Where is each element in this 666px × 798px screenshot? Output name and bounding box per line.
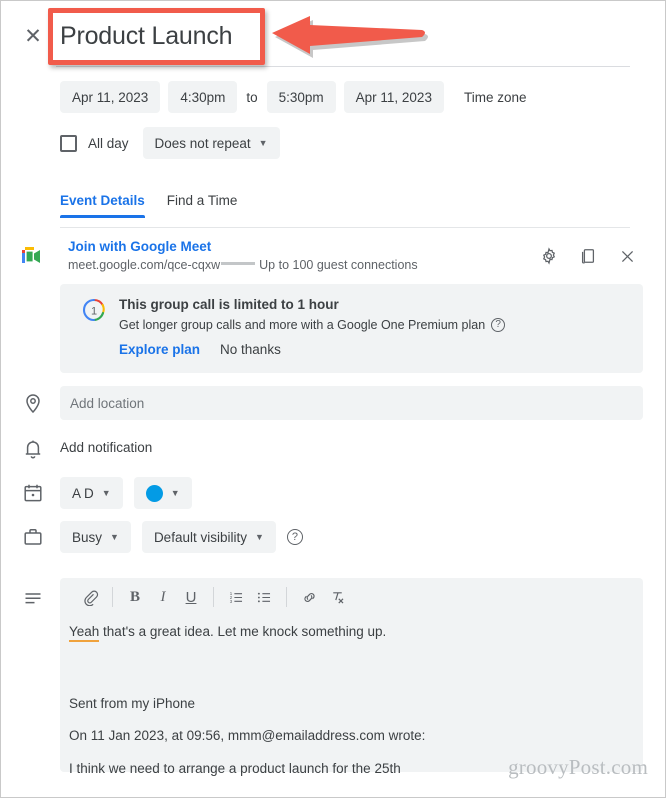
calendar-icon bbox=[24, 484, 42, 502]
chevron-down-icon: ▼ bbox=[170, 487, 180, 498]
join-google-meet-link[interactable]: Join with Google Meet bbox=[68, 239, 211, 254]
description-editor: B I U 1 2 3 Yeah that's a great idea. Le… bbox=[60, 578, 643, 776]
busy-dropdown[interactable]: Busy ▼ bbox=[60, 521, 131, 553]
banner-actions: Explore plan No thanks bbox=[119, 342, 281, 357]
repeat-value: Does not repeat bbox=[154, 135, 251, 151]
svg-text:3: 3 bbox=[229, 598, 232, 603]
bell-icon bbox=[25, 440, 41, 459]
google-one-upsell-banner: 1 This group call is limited to 1 hour G… bbox=[60, 284, 643, 373]
datetime-row: Apr 11, 2023 4:30pm to 5:30pm Apr 11, 20… bbox=[60, 81, 526, 113]
chevron-down-icon: ▼ bbox=[101, 487, 111, 498]
toolbar-divider bbox=[213, 587, 214, 607]
all-day-row: All day Does not repeat ▼ bbox=[60, 127, 280, 159]
clear-formatting-icon[interactable] bbox=[323, 583, 351, 611]
meet-url: meet.google.com/qce-cqxw bbox=[68, 258, 221, 272]
chevron-down-icon: ▼ bbox=[254, 531, 264, 542]
help-icon[interactable]: ? bbox=[491, 318, 506, 332]
event-color-dropdown[interactable]: ▼ bbox=[133, 477, 192, 509]
google-meet-icon bbox=[22, 247, 40, 263]
tab-find-a-time[interactable]: Find a Time bbox=[167, 193, 238, 218]
meet-capacity: Up to 100 guest connections bbox=[259, 258, 418, 272]
availability-row: Busy ▼ Default visibility ▼ ? bbox=[60, 521, 303, 553]
event-title-input[interactable] bbox=[56, 12, 255, 60]
google-one-icon: 1 bbox=[82, 298, 105, 322]
annotation-arrow-icon bbox=[272, 16, 428, 58]
banner-subtitle-row: Get longer group calls and more with a G… bbox=[119, 318, 506, 332]
misspelled-word: Yeah bbox=[69, 624, 100, 642]
tab-event-details[interactable]: Event Details bbox=[60, 193, 145, 218]
banner-title: This group call is limited to 1 hour bbox=[119, 297, 339, 312]
numbered-list-icon[interactable]: 1 2 3 bbox=[222, 583, 250, 611]
calendar-owner-dropdown[interactable]: A D ▼ bbox=[60, 477, 123, 509]
start-date-chip[interactable]: Apr 11, 2023 bbox=[60, 81, 161, 113]
chevron-down-icon: ▼ bbox=[258, 137, 268, 148]
underline-icon[interactable]: U bbox=[177, 583, 205, 611]
end-time-chip[interactable]: 5:30pm bbox=[266, 81, 336, 113]
meet-url-row: meet.google.com/qce-cqxw Up to 100 guest… bbox=[68, 258, 418, 272]
description-icon bbox=[25, 593, 41, 604]
calendar-owner-initials: A D bbox=[72, 485, 94, 501]
add-notification-button[interactable]: Add notification bbox=[60, 440, 152, 455]
all-day-checkbox[interactable] bbox=[60, 134, 77, 152]
chevron-down-icon: ▼ bbox=[110, 531, 119, 542]
description-line-1-rest: that's a great idea. Let me knock someth… bbox=[99, 624, 387, 639]
location-input[interactable]: Add location bbox=[60, 386, 643, 420]
start-time-chip[interactable]: 4:30pm bbox=[168, 81, 238, 113]
bulleted-list-icon[interactable] bbox=[250, 583, 278, 611]
close-icon[interactable] bbox=[616, 245, 638, 267]
all-day-label[interactable]: All day bbox=[88, 136, 129, 151]
attach-icon[interactable] bbox=[76, 583, 104, 611]
svg-text:1: 1 bbox=[91, 306, 97, 318]
italic-icon[interactable]: I bbox=[149, 583, 177, 611]
visibility-dropdown[interactable]: Default visibility ▼ bbox=[141, 521, 276, 553]
description-line-1: Yeah that's a great idea. Let me knock s… bbox=[69, 622, 634, 642]
busy-value: Busy bbox=[72, 529, 103, 545]
toolbar-divider bbox=[286, 587, 287, 607]
visibility-value: Default visibility bbox=[153, 529, 247, 545]
location-pin-icon bbox=[26, 394, 40, 414]
end-date-chip[interactable]: Apr 11, 2023 bbox=[343, 81, 444, 113]
tab-bar: Event Details Find a Time bbox=[60, 193, 237, 218]
editor-toolbar: B I U 1 2 3 bbox=[60, 578, 643, 616]
explore-plan-button[interactable]: Explore plan bbox=[119, 342, 200, 357]
help-icon[interactable]: ? bbox=[286, 529, 303, 545]
repeat-dropdown[interactable]: Does not repeat ▼ bbox=[142, 127, 280, 159]
timezone-button[interactable]: Time zone bbox=[444, 90, 527, 105]
toolbar-divider bbox=[112, 587, 113, 607]
meet-actions bbox=[538, 245, 638, 267]
description-line-2: Sent from my iPhone bbox=[69, 695, 196, 711]
bold-icon[interactable]: B bbox=[121, 583, 149, 611]
title-underline bbox=[56, 66, 630, 67]
description-line-3: On 11 Jan 2023, at 09:56, mmm@emailaddre… bbox=[69, 728, 426, 744]
watermark: groovyPost.com bbox=[508, 755, 648, 779]
redaction-bar bbox=[221, 262, 256, 265]
no-thanks-button[interactable]: No thanks bbox=[220, 342, 281, 357]
briefcase-icon bbox=[24, 529, 42, 545]
color-swatch bbox=[145, 484, 163, 502]
calendar-row: A D ▼ ▼ bbox=[60, 477, 192, 509]
insert-link-icon[interactable] bbox=[295, 583, 323, 611]
banner-subtitle: Get longer group calls and more with a G… bbox=[119, 318, 486, 332]
gear-icon[interactable] bbox=[538, 245, 560, 267]
close-dialog-button[interactable]: ✕ bbox=[22, 25, 44, 47]
to-label: to bbox=[246, 89, 258, 105]
tab-divider bbox=[60, 227, 630, 228]
copy-icon[interactable] bbox=[577, 245, 599, 267]
title-row: ✕ bbox=[0, 0, 666, 70]
